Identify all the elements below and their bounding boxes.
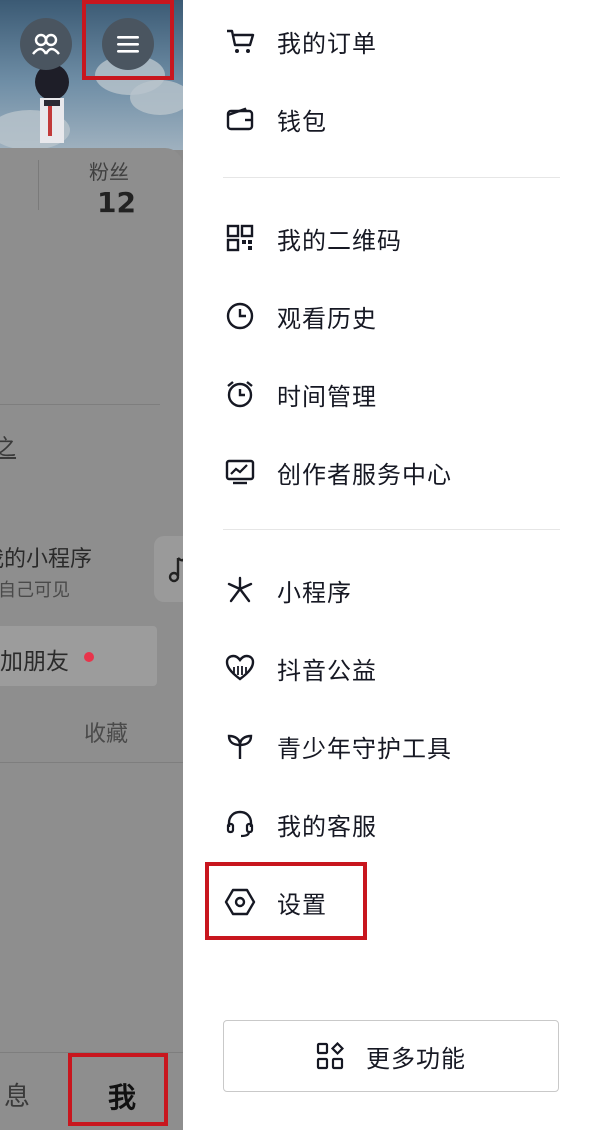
menu-item-customer-service[interactable]: 我的客服 bbox=[223, 799, 563, 849]
more-features-label: 更多功能 bbox=[366, 1044, 466, 1073]
menu-item-label: 我的二维码 bbox=[277, 226, 402, 255]
menu-item-label: 抖音公益 bbox=[277, 656, 377, 685]
more-features-button[interactable]: 更多功能 bbox=[223, 1020, 559, 1092]
menu-item-label: 时间管理 bbox=[277, 382, 377, 411]
heart-charity-icon bbox=[223, 651, 257, 685]
mini-program-subtitle: 仅自己可见 bbox=[0, 580, 70, 601]
menu-divider bbox=[223, 529, 560, 530]
menu-item-youth-protection[interactable]: 青少年守护工具 bbox=[223, 721, 563, 771]
notification-dot bbox=[84, 652, 94, 662]
menu-item-mini-programs[interactable]: 小程序 bbox=[223, 565, 563, 615]
tab-divider bbox=[0, 762, 183, 763]
followers-count[interactable]: 12 bbox=[97, 186, 136, 219]
menu-item-label: 小程序 bbox=[277, 578, 352, 607]
menu-item-label: 我的客服 bbox=[277, 812, 377, 841]
add-friends-label: 加朋友 bbox=[0, 649, 69, 675]
mini-program-icon bbox=[223, 573, 257, 607]
wallet-icon bbox=[223, 102, 257, 136]
profile-panel-dimmed: 粉丝 12 之 我的小程序 仅自己可见 加朋友 收藏 息 我 bbox=[0, 0, 183, 1130]
bottom-nav-messages[interactable]: 息 bbox=[4, 1076, 30, 1113]
menu-item-label: 创作者服务中心 bbox=[277, 460, 452, 489]
qr-code-icon bbox=[223, 221, 257, 255]
side-drawer-menu: 我的订单 钱包 我的二维码 观看历史 时间管理 创作者服务中心 小程序 抖音公益… bbox=[183, 0, 600, 1130]
menu-item-charity[interactable]: 抖音公益 bbox=[223, 643, 563, 693]
alarm-clock-icon bbox=[223, 377, 257, 411]
sprout-icon bbox=[223, 729, 257, 763]
mini-program-title[interactable]: 我的小程序 bbox=[0, 541, 92, 573]
clock-icon bbox=[223, 299, 257, 333]
followers-label: 粉丝 bbox=[89, 160, 129, 184]
partial-text: 之 bbox=[0, 436, 17, 461]
banner-character-figure bbox=[35, 64, 69, 143]
add-friends-button[interactable]: 加朋友 bbox=[0, 626, 157, 686]
me-tab-highlight-box bbox=[68, 1053, 168, 1126]
menu-item-label: 青少年守护工具 bbox=[277, 734, 452, 763]
friends-button[interactable] bbox=[20, 18, 72, 70]
menu-item-label: 我的订单 bbox=[277, 29, 377, 58]
menu-item-wallet[interactable]: 钱包 bbox=[223, 94, 563, 144]
friends-icon bbox=[32, 33, 60, 55]
cart-icon bbox=[223, 24, 257, 58]
stats-divider bbox=[38, 160, 39, 210]
headset-icon bbox=[223, 807, 257, 841]
music-card[interactable] bbox=[154, 536, 183, 602]
settings-highlight-box bbox=[205, 862, 367, 940]
music-note-icon bbox=[168, 557, 183, 583]
chart-monitor-icon bbox=[223, 455, 257, 489]
menu-divider bbox=[223, 177, 560, 178]
grid-apps-icon bbox=[316, 1042, 344, 1070]
menu-item-label: 钱包 bbox=[277, 107, 327, 136]
menu-button-highlight-box bbox=[82, 0, 174, 80]
menu-item-watch-history[interactable]: 观看历史 bbox=[223, 291, 563, 341]
menu-item-label: 观看历史 bbox=[277, 304, 377, 333]
section-divider bbox=[0, 404, 160, 405]
favorites-tab[interactable]: 收藏 bbox=[84, 716, 128, 748]
menu-item-time-management[interactable]: 时间管理 bbox=[223, 369, 563, 419]
menu-item-creator-center[interactable]: 创作者服务中心 bbox=[223, 447, 563, 497]
menu-item-qr-code[interactable]: 我的二维码 bbox=[223, 213, 563, 263]
menu-item-orders[interactable]: 我的订单 bbox=[223, 16, 563, 66]
